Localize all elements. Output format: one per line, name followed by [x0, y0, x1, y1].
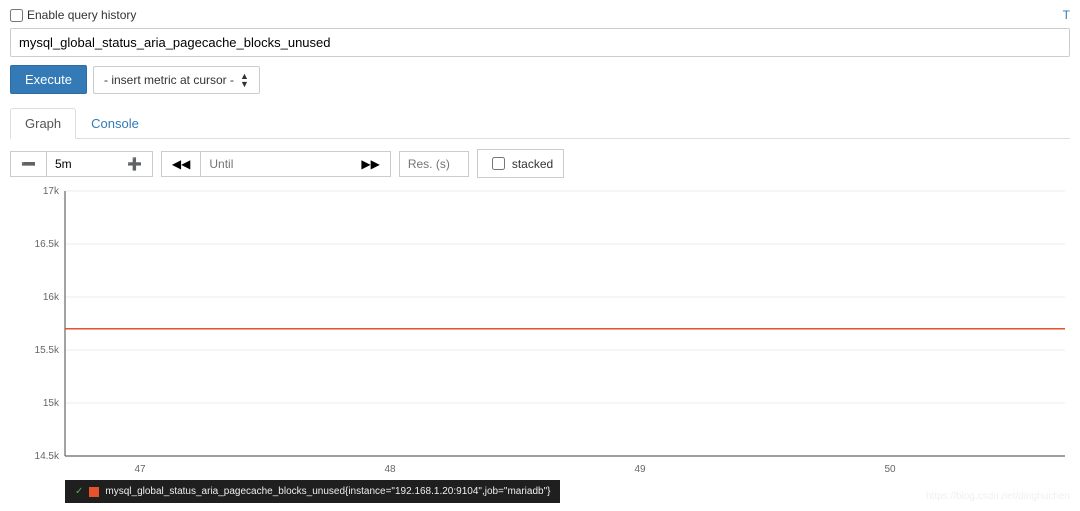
svg-text:47: 47 — [134, 464, 146, 475]
chart: 14.5k 15k 15.5k 16k 16.5k 17k 47 48 49 50 — [10, 186, 1070, 476]
rewind-icon: ◀◀ — [172, 157, 190, 171]
stacked-toggle[interactable]: stacked — [477, 149, 564, 178]
enable-history-label: Enable query history — [27, 8, 136, 22]
enable-history-checkbox[interactable]: Enable query history — [10, 8, 136, 22]
time-forward-button[interactable]: ▶▶ — [351, 151, 390, 177]
query-input[interactable] — [10, 28, 1070, 57]
caret-icon: ▲▼ — [240, 72, 249, 88]
until-input[interactable] — [201, 151, 351, 177]
enable-history-input[interactable] — [10, 9, 23, 22]
legend-swatch — [89, 487, 99, 497]
svg-text:17k: 17k — [43, 186, 60, 197]
minus-icon: ➖ — [21, 157, 36, 171]
watermark: https://blog.csdn.net/dinghuchen — [926, 491, 1070, 502]
corner-link[interactable]: T — [1063, 8, 1070, 22]
svg-text:16k: 16k — [43, 292, 60, 303]
svg-text:14.5k: 14.5k — [35, 451, 60, 462]
duration-minus-button[interactable]: ➖ — [10, 151, 47, 177]
plus-icon: ➕ — [127, 157, 142, 171]
forward-icon: ▶▶ — [361, 157, 379, 171]
resolution-input[interactable] — [399, 151, 469, 177]
stacked-label: stacked — [512, 157, 553, 171]
stacked-checkbox[interactable] — [492, 157, 505, 170]
metric-select-label: - insert metric at cursor - — [104, 73, 234, 87]
svg-text:50: 50 — [884, 464, 896, 475]
metric-select[interactable]: - insert metric at cursor - ▲▼ — [93, 66, 260, 94]
svg-text:15k: 15k — [43, 398, 60, 409]
execute-button[interactable]: Execute — [10, 65, 87, 94]
tab-graph[interactable]: Graph — [10, 108, 76, 139]
duration-input[interactable] — [47, 151, 117, 177]
svg-text:48: 48 — [384, 464, 396, 475]
duration-plus-button[interactable]: ➕ — [117, 151, 153, 177]
svg-text:16.5k: 16.5k — [35, 239, 60, 250]
svg-text:15.5k: 15.5k — [35, 345, 60, 356]
check-icon: ✓ — [75, 486, 83, 497]
time-back-button[interactable]: ◀◀ — [161, 151, 201, 177]
svg-text:49: 49 — [634, 464, 646, 475]
legend-text: mysql_global_status_aria_pagecache_block… — [105, 486, 550, 497]
legend[interactable]: ✓ mysql_global_status_aria_pagecache_blo… — [65, 480, 560, 503]
tab-console[interactable]: Console — [76, 108, 154, 139]
